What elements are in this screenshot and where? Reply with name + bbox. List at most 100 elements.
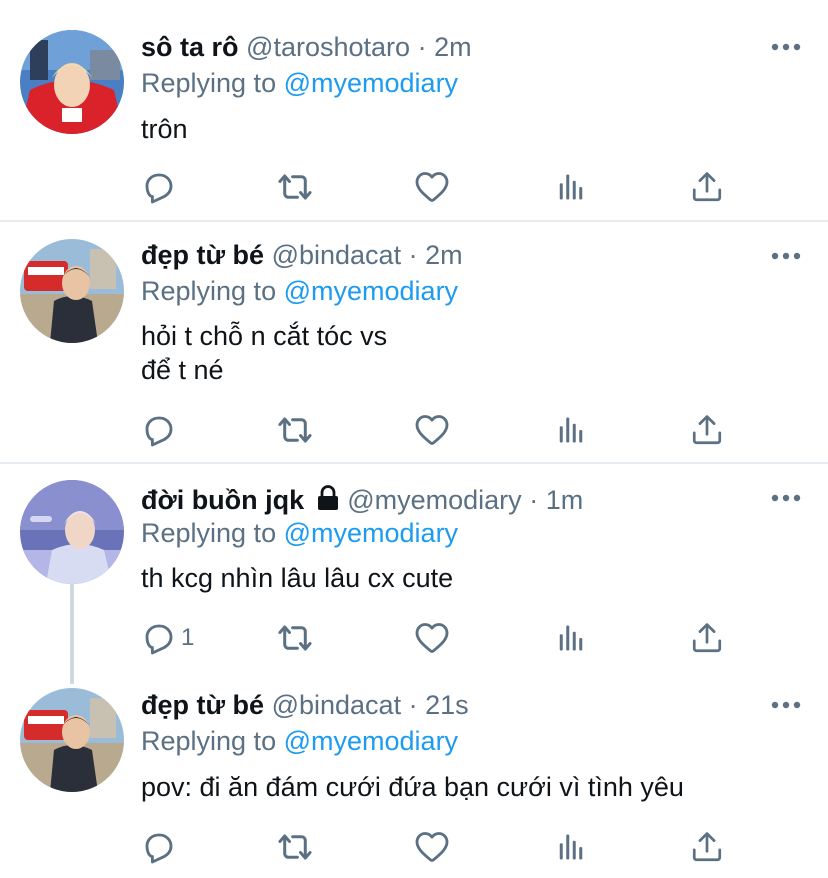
tweet-text: th kcg nhìn lâu lâu cx cute <box>141 561 453 595</box>
action-bar <box>0 827 828 867</box>
action-bar: 1 <box>0 618 828 658</box>
handle[interactable]: @bindacat <box>272 690 402 720</box>
tweet[interactable]: đẹp từ bé @bindacat · 21s Replying to @m… <box>0 674 828 878</box>
display-name[interactable]: sô ta rô <box>141 32 239 62</box>
action-bar <box>0 410 828 450</box>
lock-icon <box>317 485 338 510</box>
tweet-header: đẹp từ bé @bindacat · 2m <box>141 239 463 271</box>
display-name[interactable]: đẹp từ bé <box>141 240 264 270</box>
timestamp[interactable]: 1m <box>546 485 584 515</box>
tweet[interactable]: đời buồn jqk @myemodiary · 1m Replying t… <box>0 464 828 674</box>
tweet[interactable]: sô ta rô @taroshotaro · 2m Replying to @… <box>0 0 828 222</box>
share-button[interactable] <box>690 410 724 450</box>
replying-label: Replying to <box>141 68 277 98</box>
replying-to: Replying to @myemodiary <box>141 275 458 307</box>
share-icon <box>690 621 724 655</box>
tweet-text: trôn <box>141 112 188 146</box>
retweet-icon <box>276 619 314 657</box>
separator: · <box>408 240 418 270</box>
share-button[interactable] <box>690 167 724 207</box>
analytics-button[interactable] <box>556 827 586 867</box>
tweet-text-line: trôn <box>141 114 188 144</box>
more-button[interactable] <box>770 40 802 54</box>
mention-link[interactable]: @myemodiary <box>284 68 458 98</box>
tweet-text: pov: đi ăn đám cưới đứa bạn cưới vì tình… <box>141 770 684 804</box>
replying-label: Replying to <box>141 518 277 548</box>
retweet-icon <box>276 828 314 866</box>
display-name[interactable]: đời buồn jqk <box>141 485 304 515</box>
mention-link[interactable]: @myemodiary <box>284 518 458 548</box>
like-button[interactable] <box>414 410 450 450</box>
separator: · <box>529 485 539 515</box>
more-icon <box>770 249 802 263</box>
avatar[interactable] <box>20 239 124 343</box>
heart-icon <box>414 829 450 865</box>
separator: · <box>417 32 427 62</box>
heart-icon <box>414 169 450 205</box>
heart-icon <box>414 412 450 448</box>
tweet-text: hỏi t chỗ n cắt tóc vs để t né <box>141 319 387 387</box>
mention-link[interactable]: @myemodiary <box>284 276 458 306</box>
handle[interactable]: @taroshotaro <box>246 32 410 62</box>
mention-link[interactable]: @myemodiary <box>284 726 458 756</box>
separator: · <box>408 690 418 720</box>
reply-button[interactable] <box>141 167 177 207</box>
analytics-button[interactable] <box>556 410 586 450</box>
handle[interactable]: @bindacat <box>272 240 402 270</box>
tweet-text-line: pov: đi ăn đám cưới đứa bạn cưới vì tình… <box>141 772 684 802</box>
analytics-icon <box>556 172 586 202</box>
timestamp[interactable]: 2m <box>425 240 463 270</box>
more-button[interactable] <box>770 698 802 712</box>
more-button[interactable] <box>770 249 802 263</box>
analytics-button[interactable] <box>556 618 586 658</box>
avatar[interactable] <box>20 688 124 792</box>
reply-count: 1 <box>181 624 195 651</box>
more-button[interactable] <box>770 491 802 505</box>
retweet-button[interactable] <box>276 410 314 450</box>
retweet-icon <box>276 411 314 449</box>
analytics-icon <box>556 623 586 653</box>
retweet-button[interactable] <box>276 827 314 867</box>
display-name[interactable]: đẹp từ bé <box>141 690 264 720</box>
analytics-button[interactable] <box>556 167 586 207</box>
tweet-header: đẹp từ bé @bindacat · 21s <box>141 689 469 721</box>
handle[interactable]: @myemodiary <box>347 485 521 515</box>
like-button[interactable] <box>414 618 450 658</box>
reply-button[interactable] <box>141 827 177 867</box>
replying-to: Replying to @myemodiary <box>141 725 458 757</box>
heart-icon <box>414 620 450 656</box>
tweet-text-line: th kcg nhìn lâu lâu cx cute <box>141 563 454 593</box>
share-button[interactable] <box>690 827 724 867</box>
more-icon <box>770 698 802 712</box>
retweet-button[interactable] <box>276 618 314 658</box>
replying-to: Replying to @myemodiary <box>141 67 458 99</box>
reply-icon <box>141 412 177 448</box>
analytics-icon <box>556 415 586 445</box>
share-icon <box>690 830 724 864</box>
replying-to: Replying to @myemodiary <box>141 517 458 549</box>
avatar[interactable] <box>20 30 124 134</box>
avatar[interactable] <box>20 480 124 584</box>
tweet-text-line: để t né <box>141 355 224 385</box>
more-icon <box>770 491 802 505</box>
action-bar <box>0 167 828 207</box>
like-button[interactable] <box>414 167 450 207</box>
reply-icon <box>141 169 177 205</box>
share-button[interactable] <box>690 618 724 658</box>
retweet-icon <box>276 168 314 206</box>
timestamp[interactable]: 2m <box>434 32 472 62</box>
reply-button[interactable] <box>141 410 177 450</box>
analytics-icon <box>556 832 586 862</box>
tweet-text-line: hỏi t chỗ n cắt tóc vs <box>141 321 388 351</box>
like-button[interactable] <box>414 827 450 867</box>
timestamp[interactable]: 21s <box>425 690 469 720</box>
retweet-button[interactable] <box>276 167 314 207</box>
share-icon <box>690 170 724 204</box>
reply-button[interactable]: 1 <box>141 618 194 658</box>
tweet[interactable]: đẹp từ bé @bindacat · 2m Replying to @my… <box>0 222 828 463</box>
tweet-header: đời buồn jqk @myemodiary · 1m <box>141 484 583 516</box>
reply-icon <box>141 829 177 865</box>
replying-label: Replying to <box>141 726 277 756</box>
replying-label: Replying to <box>141 276 277 306</box>
more-icon <box>770 40 802 54</box>
